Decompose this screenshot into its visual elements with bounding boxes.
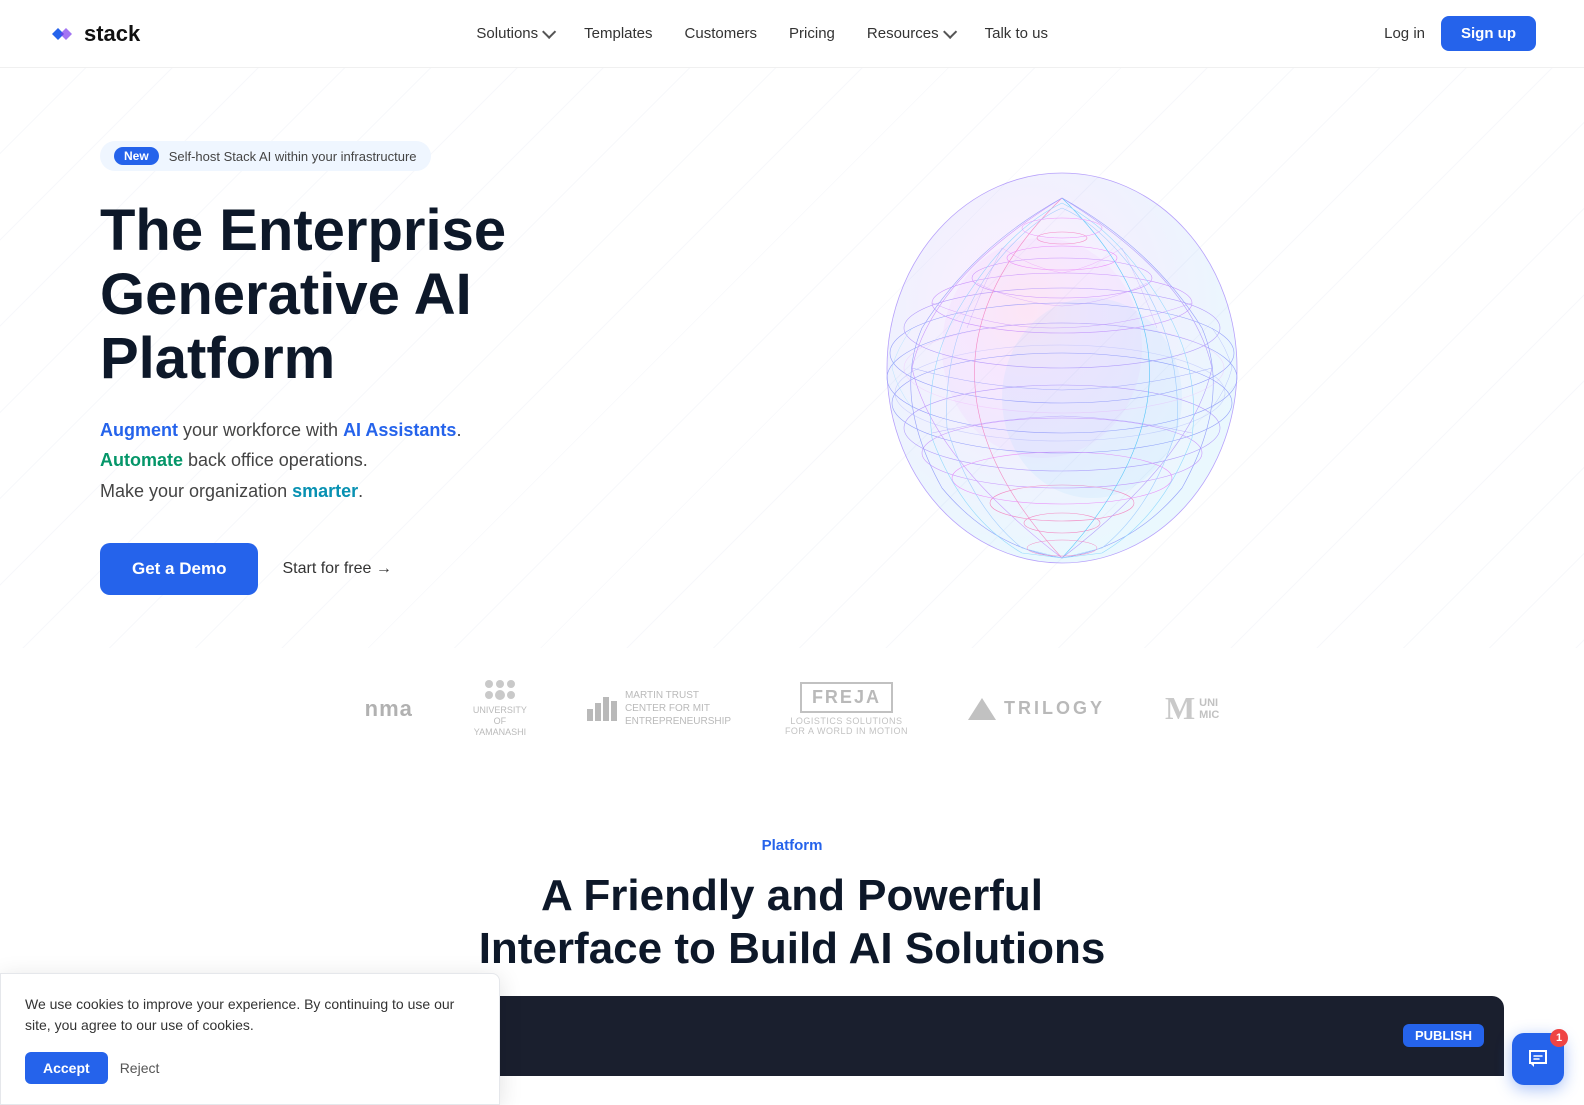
hero-description: Augment your workforce with AI Assistant… bbox=[100, 415, 640, 507]
platform-title: A Friendly and Powerful Interface to Bui… bbox=[80, 870, 1504, 976]
login-button[interactable]: Log in bbox=[1384, 25, 1425, 42]
logo-mit: Martin TrustCenter for MITEntrepreneursh… bbox=[587, 689, 725, 728]
nav-actions: Log in Sign up bbox=[1384, 16, 1536, 51]
chat-badge-count: 1 bbox=[1550, 1029, 1568, 1047]
nav-talk[interactable]: Talk to us bbox=[985, 25, 1048, 42]
augment-text: Augment bbox=[100, 420, 178, 440]
logo-freja: FREJA LOGISTICS SOLUTIONSFOR A WORLD IN … bbox=[785, 682, 908, 736]
logo-icon bbox=[48, 20, 76, 48]
nav-links: Solutions Templates Customers Pricing Re… bbox=[476, 25, 1048, 42]
nav-templates[interactable]: Templates bbox=[584, 25, 652, 42]
signup-button[interactable]: Sign up bbox=[1441, 16, 1536, 51]
nav-pricing[interactable]: Pricing bbox=[789, 25, 835, 42]
blob-visual bbox=[832, 128, 1292, 608]
platform-section: Platform A Friendly and Powerful Interfa… bbox=[0, 777, 1584, 996]
hero-buttons: Get a Demo Start for free → bbox=[100, 543, 640, 595]
chevron-down-icon bbox=[542, 24, 556, 38]
chat-widget[interactable]: 1 bbox=[1512, 1033, 1564, 1085]
mit-chart-icon bbox=[587, 697, 617, 721]
cookie-banner: We use cookies to improve your experienc… bbox=[0, 973, 500, 1105]
hero-content: New Self-host Stack AI within your infra… bbox=[100, 141, 640, 594]
chevron-down-icon bbox=[943, 24, 957, 38]
hero-badge: New Self-host Stack AI within your infra… bbox=[100, 141, 431, 171]
blob-svg bbox=[832, 128, 1292, 608]
cookie-buttons: Accept Reject bbox=[25, 1052, 475, 1084]
start-free-link[interactable]: Start for free → bbox=[282, 560, 391, 578]
badge-new-label: New bbox=[114, 147, 159, 165]
logo[interactable]: stack bbox=[48, 20, 140, 48]
navbar: stack Solutions Templates Customers Pric… bbox=[0, 0, 1584, 68]
nav-resources[interactable]: Resources bbox=[867, 25, 953, 42]
logos-strip: nma UNIVERSITYOFYAMANASHI Martin TrustCe… bbox=[0, 648, 1584, 777]
nav-customers[interactable]: Customers bbox=[685, 25, 758, 42]
logo-trilogy: TRILOGY bbox=[968, 698, 1105, 720]
get-demo-button[interactable]: Get a Demo bbox=[100, 543, 258, 595]
smarter-text: smarter bbox=[292, 481, 358, 501]
hero-section: New Self-host Stack AI within your infra… bbox=[0, 68, 1584, 648]
hero-visual bbox=[640, 128, 1484, 608]
ai-assistants-text: AI Assistants bbox=[343, 420, 456, 440]
logo-text: stack bbox=[84, 21, 140, 47]
cookie-text: We use cookies to improve your experienc… bbox=[25, 994, 475, 1036]
platform-label: Platform bbox=[80, 837, 1504, 854]
reject-cookies-button[interactable]: Reject bbox=[120, 1052, 160, 1084]
app-publish-button[interactable]: PUBLISH bbox=[1403, 1024, 1484, 1047]
hero-title: The Enterprise Generative AI Platform bbox=[100, 199, 640, 390]
logo-nma: nma bbox=[365, 696, 413, 722]
logo-yamanashi: UNIVERSITYOFYAMANASHI bbox=[473, 680, 527, 737]
chat-icon bbox=[1526, 1047, 1550, 1071]
badge-description: Self-host Stack AI within your infrastru… bbox=[169, 149, 417, 164]
nav-solutions[interactable]: Solutions bbox=[476, 25, 552, 42]
accept-cookies-button[interactable]: Accept bbox=[25, 1052, 108, 1084]
logo-m: M UNI MIC bbox=[1165, 690, 1219, 727]
automate-text: Automate bbox=[100, 450, 183, 470]
nma-text: nma bbox=[365, 696, 413, 722]
